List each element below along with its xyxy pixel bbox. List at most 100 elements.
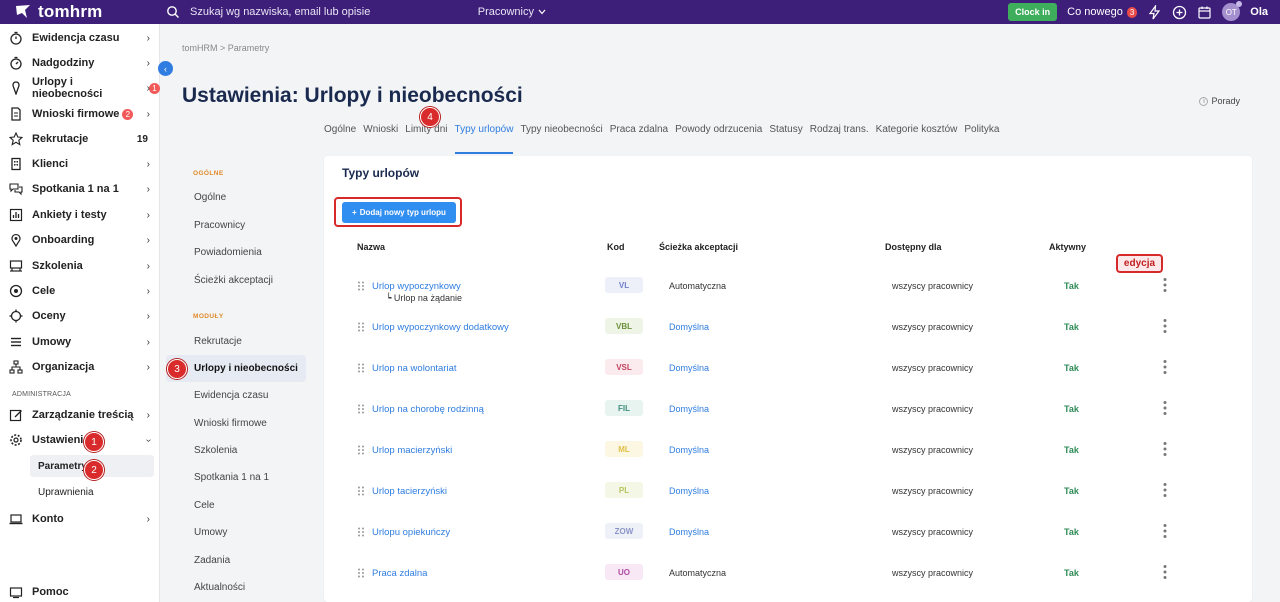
sidebar-item-zarzadzanie-trescia[interactable]: Zarządzanie treścią ›	[0, 403, 160, 427]
collapse-sidebar-button[interactable]: ‹	[158, 61, 173, 76]
sidebar-item-oceny[interactable]: Oceny ›	[0, 304, 160, 328]
column-header-active[interactable]: Aktywny	[1049, 242, 1086, 252]
add-leave-type-button[interactable]: + Dodaj nowy typ urlopu	[342, 202, 456, 223]
sidebar-item-ankiety[interactable]: Ankiety i testy ›	[0, 203, 160, 227]
column-header-available-for[interactable]: Dostępny dla	[885, 242, 942, 252]
drag-handle-icon[interactable]	[357, 322, 365, 332]
tab-ogolne[interactable]: Ogólne	[324, 124, 356, 154]
column-header-approval-path[interactable]: Ścieżka akceptacji	[659, 242, 738, 252]
table-row[interactable]: Urlop tacierzyński PL Domyślna wszyscy prac…	[324, 482, 1252, 527]
drag-handle-icon[interactable]	[357, 404, 365, 414]
subnav-item[interactable]: Szkolenia	[166, 437, 306, 464]
subnav-item[interactable]: Aktualności	[166, 574, 306, 601]
tab-kategorie-kosztow[interactable]: Kategorie kosztów	[876, 124, 958, 154]
tab-typy-urlopow[interactable]: Typy urlopów	[454, 124, 514, 154]
sidebar-item-nadgodziny[interactable]: Nadgodziny ›	[0, 51, 160, 75]
logo[interactable]: tomhrm	[0, 0, 160, 24]
leave-type-name-link[interactable]: Urlop na wolontariat	[372, 363, 457, 374]
tab-wnioski[interactable]: Wnioski	[363, 124, 398, 154]
lightning-icon[interactable]	[1147, 4, 1162, 20]
subnav-item[interactable]: Umowy	[166, 519, 306, 546]
table-row[interactable]: Urlop na chorobę rodzinną FIL Domyślna wszy…	[324, 400, 1252, 445]
more-options-icon[interactable]	[1162, 359, 1168, 375]
drag-handle-icon[interactable]	[357, 281, 365, 291]
tab-praca-zdalna[interactable]: Praca zdalna	[610, 124, 668, 154]
sidebar-item-szkolenia[interactable]: Szkolenia ›	[0, 254, 160, 278]
table-row[interactable]: Urlop wypoczynkowy ┕ Urlop na żądanie VL Au…	[324, 277, 1252, 322]
table-row[interactable]: Urlop macierzyński ML Domyślna wszyscy prac…	[324, 441, 1252, 486]
approval-path[interactable]: Domyślna	[669, 363, 709, 373]
drag-handle-icon[interactable]	[357, 363, 365, 373]
table-row[interactable]: Urlopu opiekuńczy ZOW Domyślna wszyscy prac…	[324, 523, 1252, 568]
clock-in-button[interactable]: Clock in	[1008, 3, 1058, 21]
subnav-item[interactable]: Powiadomienia	[166, 239, 306, 266]
sidebar-item-spotkania[interactable]: Spotkania 1 na 1 ›	[0, 177, 160, 201]
sidebar-item-klienci[interactable]: Klienci ›	[0, 152, 160, 176]
leave-type-name-link[interactable]: Praca zdalna	[372, 568, 427, 579]
tab-powody-odrzucenia[interactable]: Powody odrzucenia	[675, 124, 762, 154]
add-circle-icon[interactable]	[1172, 5, 1187, 20]
more-options-icon[interactable]	[1162, 441, 1168, 457]
column-header-code[interactable]: Kod	[607, 242, 625, 252]
sidebar-item-wnioski-firmowe[interactable]: Wnioski firmowe 2 ›	[0, 102, 160, 126]
subnav-item[interactable]: Ewidencja czasu	[166, 382, 306, 409]
more-options-icon[interactable]	[1162, 523, 1168, 539]
sidebar-item-umowy[interactable]: Umowy ›	[0, 330, 160, 354]
subnav-item[interactable]: Ogólne	[166, 184, 306, 211]
sidebar-item-konto[interactable]: Konto ›	[0, 507, 160, 531]
approval-path[interactable]: Domyślna	[669, 527, 709, 537]
table-row[interactable]: Praca zdalna UO Automatyczna wszyscy pracow…	[324, 564, 1252, 602]
subnav-item[interactable]: Ścieżki akceptacji	[166, 267, 306, 294]
approval-path[interactable]: Domyślna	[669, 486, 709, 496]
subnav-item[interactable]: Wnioski firmowe	[166, 410, 306, 437]
drag-handle-icon[interactable]	[357, 568, 365, 578]
tab-statusy[interactable]: Statusy	[769, 124, 802, 154]
leave-type-name-link[interactable]: Urlop wypoczynkowy dodatkowy	[372, 322, 509, 333]
tips-link[interactable]: i Porady	[1199, 96, 1240, 106]
calendar-icon[interactable]	[1197, 5, 1212, 20]
search-scope-select[interactable]: Pracownicy	[478, 6, 546, 18]
username[interactable]: Ola	[1250, 6, 1268, 18]
sidebar-item-ewidencja-czasu[interactable]: Ewidencja czasu ›	[0, 26, 160, 50]
more-options-icon[interactable]	[1162, 318, 1168, 334]
sidebar-item-rekrutacje[interactable]: Rekrutacje 19	[0, 127, 160, 151]
sidebar-item-organizacja[interactable]: Organizacja ›	[0, 355, 160, 379]
leave-type-name-link[interactable]: Urlop macierzyński	[372, 445, 452, 456]
subnav-item-active[interactable]: Urlopy i nieobecności	[166, 355, 306, 382]
more-options-icon[interactable]	[1162, 564, 1168, 580]
drag-handle-icon[interactable]	[357, 445, 365, 455]
more-options-icon[interactable]	[1162, 482, 1168, 498]
more-options-icon[interactable]	[1162, 400, 1168, 416]
sidebar-item-ustawienia[interactable]: Ustawienia ›	[0, 428, 160, 452]
leave-type-name-link[interactable]: Urlop wypoczynkowy	[372, 281, 461, 292]
sidebar-item-cele[interactable]: Cele ›	[0, 279, 160, 303]
more-options-icon[interactable]	[1162, 277, 1168, 293]
approval-path[interactable]: Domyślna	[669, 404, 709, 414]
sidebar-item-urlopy[interactable]: Urlopy i nieobecności 1 ›	[0, 76, 160, 100]
breadcrumb-root[interactable]: tomHRM	[182, 43, 218, 53]
subnav-item[interactable]: Pracownicy	[166, 212, 306, 239]
tab-rodzaj-trans[interactable]: Rodzaj trans.	[810, 124, 869, 154]
leave-type-name-link[interactable]: Urlop tacierzyński	[372, 486, 447, 497]
subnav-item[interactable]: Rekrutacje	[166, 328, 306, 355]
subnav-item[interactable]: Zadania	[166, 547, 306, 574]
tab-polityka[interactable]: Polityka	[964, 124, 999, 154]
whats-new-button[interactable]: Co nowego 3	[1067, 6, 1138, 18]
approval-path[interactable]: Domyślna	[669, 445, 709, 455]
tab-limity-dni[interactable]: Limity dni	[405, 124, 447, 154]
sidebar-item-pomoc[interactable]: Pomoc	[0, 580, 160, 602]
avatar[interactable]: OT	[1222, 1, 1243, 21]
approval-path[interactable]: Domyślna	[669, 322, 709, 332]
sidebar-item-onboarding[interactable]: Onboarding ›	[0, 228, 160, 252]
subnav-item[interactable]: Spotkania 1 na 1	[166, 464, 306, 491]
leave-type-name-link[interactable]: Urlopu opiekuńczy	[372, 527, 450, 538]
drag-handle-icon[interactable]	[357, 527, 365, 537]
search-input[interactable]: Szukaj wg nazwiska, email lub opisie	[190, 6, 478, 18]
column-header-name[interactable]: Nazwa	[357, 242, 385, 252]
search-bar[interactable]: Szukaj wg nazwiska, email lub opisie Pra…	[166, 0, 546, 24]
leave-type-name-link[interactable]: Urlop na chorobę rodzinną	[372, 404, 484, 415]
table-row[interactable]: Urlop na wolontariat VSL Domyślna wszyscy p…	[324, 359, 1252, 404]
drag-handle-icon[interactable]	[357, 486, 365, 496]
subnav-item[interactable]: Cele	[166, 492, 306, 519]
sidebar-sub-uprawnienia[interactable]: Uprawnienia	[30, 481, 154, 503]
